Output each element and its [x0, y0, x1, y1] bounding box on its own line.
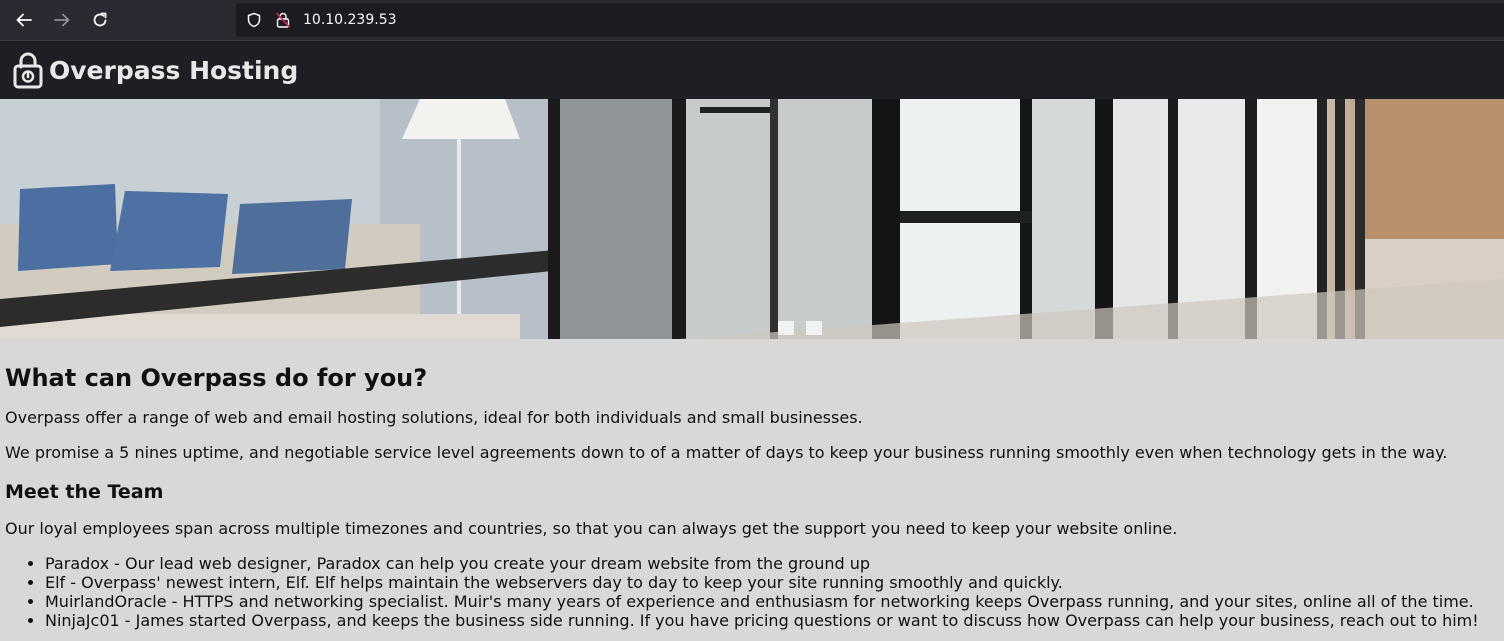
main-content: What can Overpass do for you? Overpass o… — [0, 364, 1504, 630]
team-member-ninjajc01: NinjaJc01 - James started Overpass, and … — [45, 611, 1499, 630]
forward-button[interactable] — [50, 8, 74, 32]
team-list: Paradox - Our lead web designer, Paradox… — [5, 554, 1499, 630]
url-text[interactable]: 10.10.239.53 — [303, 12, 397, 28]
arrow-right-icon — [54, 13, 70, 27]
shield-icon[interactable] — [246, 12, 262, 28]
intro-paragraph: Overpass offer a range of web and email … — [5, 408, 863, 427]
reload-icon — [93, 12, 107, 27]
arrow-left-icon — [16, 13, 32, 27]
office-interior-illustration — [0, 99, 1504, 339]
team-intro-paragraph: Our loyal employees span across multiple… — [5, 519, 1178, 538]
back-button[interactable] — [12, 8, 36, 32]
main-heading: What can Overpass do for you? — [5, 364, 428, 392]
team-member-elf: Elf - Overpass' newest intern, Elf. Elf … — [45, 573, 1499, 592]
browser-toolbar: 10.10.239.53 — [0, 0, 1504, 40]
promise-paragraph: We promise a 5 nines uptime, and negotia… — [5, 443, 1448, 462]
reload-button[interactable] — [88, 8, 112, 32]
team-member-paradox: Paradox - Our lead web designer, Paradox… — [45, 554, 1499, 573]
address-bar[interactable]: 10.10.239.53 — [236, 3, 1504, 37]
site-header: Overpass Hosting — [0, 40, 1504, 99]
team-member-muirlandoracle: MuirlandOracle - HTTPS and networking sp… — [45, 592, 1499, 611]
hero-image — [0, 99, 1504, 339]
team-heading: Meet the Team — [5, 481, 164, 503]
insecure-lock-icon[interactable] — [276, 12, 290, 28]
site-title[interactable]: Overpass Hosting — [49, 56, 298, 85]
padlock-icon — [13, 52, 43, 89]
